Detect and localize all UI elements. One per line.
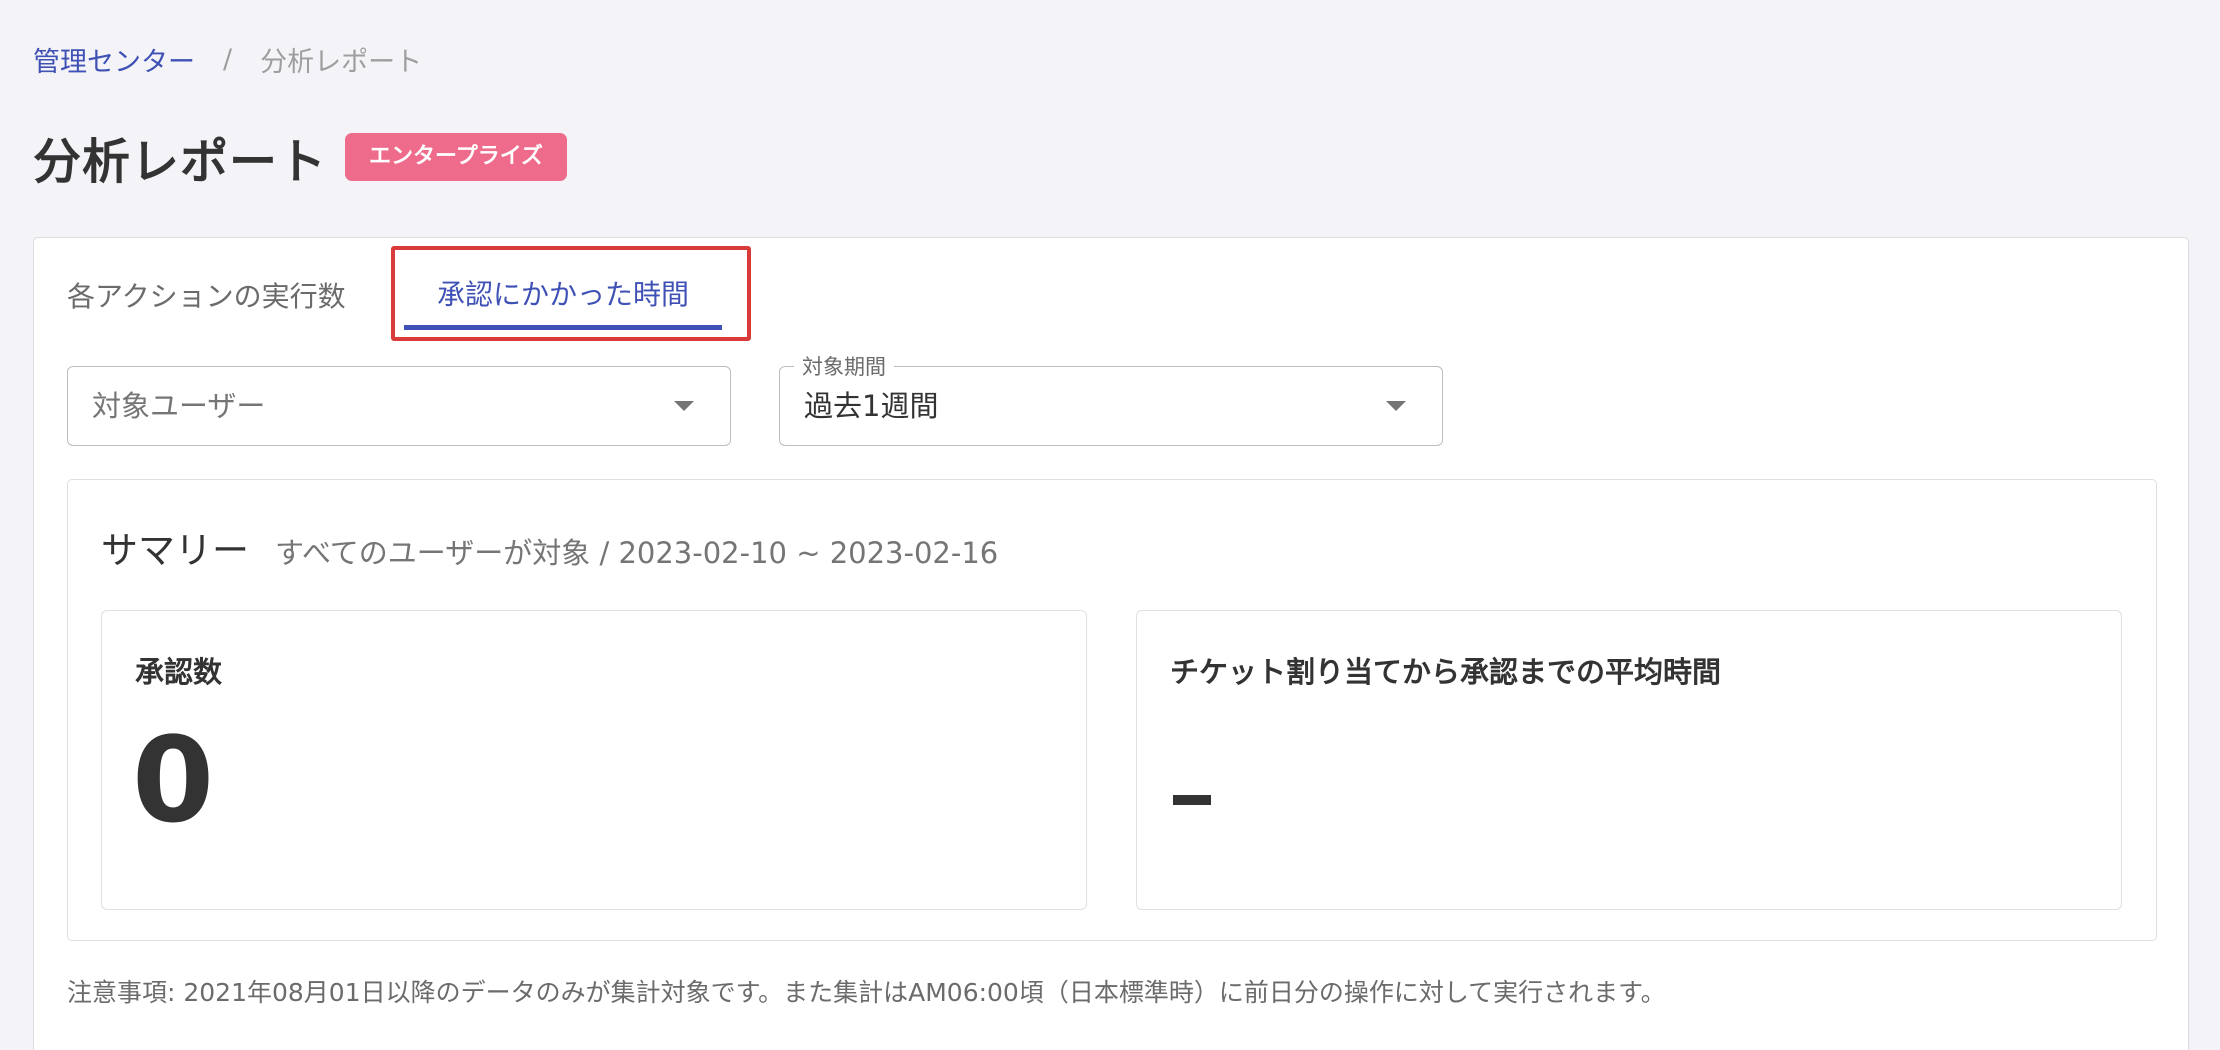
tab-approval-time[interactable]: 承認にかかった時間 bbox=[404, 260, 722, 330]
report-card: 各アクションの実行数 承認にかかった時間 対象ユーザー 対象期間 過去1週間 サ… bbox=[33, 237, 2189, 1050]
title-row: 分析レポート エンタープライズ bbox=[33, 122, 568, 192]
summary-header: サマリー すべてのユーザーが対象 / 2023-02-10 ~ 2023-02-… bbox=[101, 520, 998, 574]
average-time-card: チケット割り当てから承認までの平均時間 - bbox=[1136, 610, 2122, 910]
summary-title: サマリー bbox=[101, 529, 249, 572]
page-title: 分析レポート bbox=[33, 134, 328, 190]
breadcrumb-current: 分析レポート bbox=[260, 47, 423, 78]
approval-count-value: 0 bbox=[132, 711, 215, 849]
target-period-value: 過去1週間 bbox=[804, 389, 939, 423]
average-time-value: - bbox=[1173, 795, 1211, 805]
summary-subtitle: すべてのユーザーが対象 / 2023-02-10 ~ 2023-02-16 bbox=[275, 536, 999, 570]
tab-action-counts[interactable]: 各アクションの実行数 bbox=[67, 260, 346, 330]
breadcrumb-admin-center-link[interactable]: 管理センター bbox=[33, 40, 195, 79]
target-user-select[interactable]: 対象ユーザー bbox=[67, 366, 731, 446]
breadcrumb: 管理センター / 分析レポート bbox=[33, 40, 422, 79]
chevron-down-icon bbox=[1386, 401, 1406, 411]
approval-count-label: 承認数 bbox=[135, 655, 223, 689]
target-user-placeholder: 対象ユーザー bbox=[92, 389, 266, 423]
approval-count-card: 承認数 0 bbox=[101, 610, 1087, 910]
enterprise-badge: エンタープライズ bbox=[345, 133, 568, 181]
breadcrumb-separator: / bbox=[223, 44, 233, 75]
notice-text: 注意事項: 2021年08月01日以降のデータのみが集計対象です。また集計はAM… bbox=[67, 978, 1666, 1007]
average-time-label: チケット割り当てから承認までの平均時間 bbox=[1170, 655, 1722, 689]
analytics-report-page: 管理センター / 分析レポート 分析レポート エンタープライズ 各アクションの実… bbox=[0, 0, 2220, 1050]
summary-panel: サマリー すべてのユーザーが対象 / 2023-02-10 ~ 2023-02-… bbox=[67, 479, 2157, 941]
target-period-select[interactable]: 対象期間 過去1週間 bbox=[779, 351, 1443, 446]
chevron-down-icon bbox=[674, 401, 694, 411]
